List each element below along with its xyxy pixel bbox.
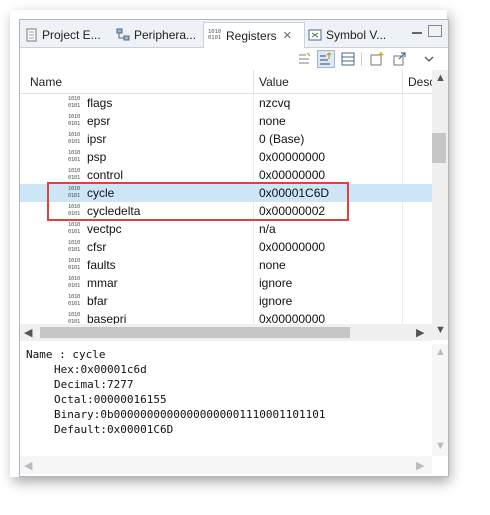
close-tab-icon[interactable]: ✕: [283, 29, 292, 42]
table-header: Name Value Desc: [20, 70, 432, 94]
register-row-mmar[interactable]: 1010 0101 mmar ignore: [20, 274, 432, 292]
register-icon: 1010 0101: [68, 168, 81, 181]
register-icon: 1010 0101: [68, 96, 81, 109]
register-value[interactable]: none: [259, 114, 286, 128]
horizontal-scroll-thumb[interactable]: [40, 327, 350, 338]
register-name: faults: [87, 258, 116, 272]
detail-octal: Octal:00000016155: [54, 393, 167, 406]
tab-label: Periphera...: [134, 27, 197, 42]
register-name: flags: [87, 96, 113, 110]
register-name: ipsr: [87, 132, 107, 146]
column-header-description[interactable]: Desc: [408, 75, 432, 89]
export-icon[interactable]: [392, 51, 408, 67]
peripherals-icon: [116, 28, 130, 40]
register-value[interactable]: ignore: [259, 276, 292, 290]
column-separator[interactable]: [253, 70, 254, 93]
register-row-flags[interactable]: 1010 0101 flags nzcvq: [20, 94, 432, 112]
register-name: bfar: [87, 294, 108, 308]
view-toolbar: [20, 48, 448, 70]
scroll-down-icon[interactable]: ▼: [435, 324, 446, 336]
collapse-all-icon[interactable]: [296, 51, 312, 67]
tab-peripherals[interactable]: Periphera...: [112, 23, 204, 46]
column-header-value[interactable]: Value: [259, 75, 289, 89]
detail-default: Default:0x00001C6D: [54, 423, 174, 436]
scroll-right-icon[interactable]: ▶: [416, 326, 424, 339]
register-icon: 1010 0101: [68, 132, 81, 145]
register-row-bfar[interactable]: 1010 0101 bfar ignore: [20, 292, 432, 310]
tab-label: Project E...: [42, 27, 101, 42]
register-value[interactable]: nzcvq: [259, 96, 290, 110]
view-tab-bar: Project E... Periphera... 1010 0101 Regis…: [20, 20, 448, 48]
minimize-icon[interactable]: [412, 32, 422, 34]
detail-binary: Binary:0b0000000000000000000111000110110…: [54, 408, 326, 421]
register-value[interactable]: 0x00000000: [259, 168, 325, 182]
register-name: vectpc: [87, 222, 122, 236]
scroll-left-icon[interactable]: ◀: [24, 326, 32, 339]
register-name: control: [87, 168, 124, 182]
register-value[interactable]: ignore: [259, 294, 292, 308]
register-value[interactable]: 0x00000000: [259, 150, 325, 164]
scroll-right-icon[interactable]: ▶: [416, 459, 424, 472]
view-menu-icon[interactable]: [421, 51, 437, 67]
register-value[interactable]: 0 (Base): [259, 132, 304, 146]
detail-name: Name : cycle: [26, 348, 106, 361]
register-name: epsr: [87, 114, 111, 128]
register-row-psp[interactable]: 1010 0101 psp 0x00000000: [20, 148, 432, 166]
register-value[interactable]: none: [259, 258, 286, 272]
vertical-scrollbar[interactable]: ▲ ▼: [432, 70, 448, 340]
toolbar-separator: [361, 52, 362, 66]
scroll-up-icon[interactable]: ▲: [435, 346, 446, 358]
detail-decimal: Decimal:7277: [54, 378, 134, 391]
register-icon: 1010 0101: [68, 294, 81, 307]
register-row-vectpc[interactable]: 1010 0101 vectpc n/a: [20, 220, 432, 238]
column-header-name[interactable]: Name: [30, 75, 62, 89]
register-icon: 1010 0101: [68, 276, 81, 289]
format-icon[interactable]: [317, 50, 335, 68]
register-icon: 1010 0101: [68, 222, 81, 235]
registers-icon: 1010 0101: [208, 28, 222, 42]
maximize-icon[interactable]: [428, 25, 442, 37]
tab-symbol-viewer[interactable]: Symbol V...: [304, 23, 400, 46]
register-row-faults[interactable]: 1010 0101 faults none: [20, 256, 432, 274]
register-icon: 1010 0101: [68, 258, 81, 271]
detail-hex: Hex:0x00001c6d: [54, 363, 147, 376]
register-name: mmar: [87, 276, 118, 290]
symbol-viewer-icon: [308, 29, 322, 40]
register-name: psp: [87, 150, 107, 164]
tab-project-explorer[interactable]: Project E...: [20, 23, 112, 46]
register-name: cfsr: [87, 240, 107, 254]
register-value[interactable]: n/a: [259, 222, 276, 236]
annotation-highlight-box: [47, 182, 349, 221]
register-row-ipsr[interactable]: 1010 0101 ipsr 0 (Base): [20, 130, 432, 148]
columns-icon[interactable]: [340, 51, 356, 67]
scroll-up-icon[interactable]: ▲: [435, 72, 446, 84]
tab-label: Registers: [226, 28, 277, 43]
register-details-pane: Name : cycle Hex:0x00001c6d Decimal:7277…: [20, 344, 432, 456]
tab-registers[interactable]: 1010 0101 Registers ✕: [203, 22, 305, 48]
register-row-cfsr[interactable]: 1010 0101 cfsr 0x00000000: [20, 238, 432, 256]
scroll-left-icon[interactable]: ◀: [24, 459, 32, 472]
tab-label: Symbol V...: [326, 27, 387, 42]
vertical-scroll-thumb[interactable]: [432, 133, 446, 163]
register-row-epsr[interactable]: 1010 0101 epsr none: [20, 112, 432, 130]
details-vertical-scrollbar[interactable]: ▲ ▼: [432, 344, 448, 456]
new-register-icon[interactable]: [369, 51, 385, 67]
register-value[interactable]: 0x00000000: [259, 240, 325, 254]
details-horizontal-scrollbar[interactable]: ◀ ▶: [20, 456, 432, 474]
registers-view: Project E... Periphera... 1010 0101 Regis…: [19, 19, 449, 477]
register-icon: 1010 0101: [68, 240, 81, 253]
register-icon: 1010 0101: [68, 150, 81, 163]
scroll-down-icon[interactable]: ▼: [435, 440, 446, 452]
register-icon: 1010 0101: [68, 114, 81, 127]
column-separator[interactable]: [402, 70, 403, 93]
project-explorer-icon: [26, 28, 37, 41]
